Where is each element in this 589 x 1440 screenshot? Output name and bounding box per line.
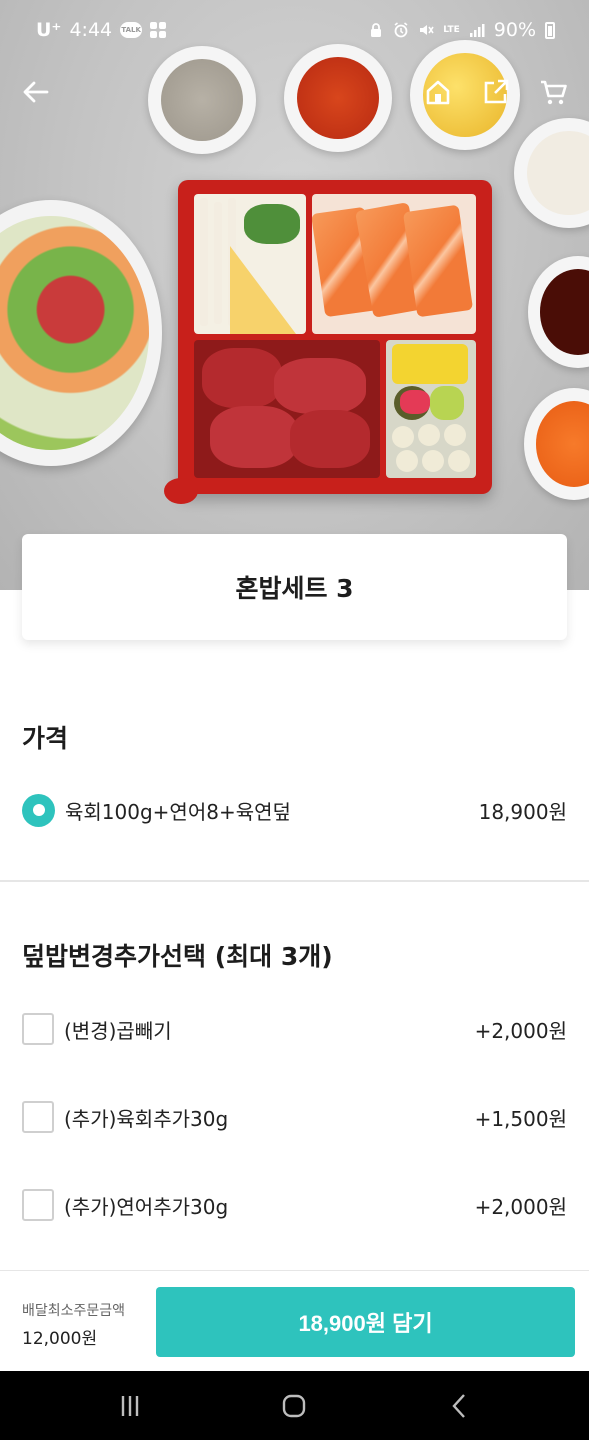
salad-bowl-image [0, 200, 162, 466]
addon-option-row[interactable]: (추가)육회추가30g +1,500원 [22, 1100, 567, 1134]
checkbox[interactable] [22, 1101, 54, 1133]
kakaotalk-icon: TALK [120, 22, 143, 38]
option-price: +2,000원 [474, 1018, 567, 1043]
option-label: (추가)육회추가30g [64, 1106, 229, 1131]
checkbox[interactable] [22, 1013, 54, 1045]
product-photo: U⁺ 4:44 TALK LTE 90% [0, 0, 589, 590]
home-nav-button[interactable] [277, 1389, 311, 1423]
system-nav-bar [0, 1371, 589, 1440]
option-label: (추가)연어추가30g [64, 1194, 229, 1219]
sauce-bowl-image [514, 118, 589, 228]
alarm-icon [393, 22, 409, 38]
min-order-label: 배달최소주문금액 [22, 1303, 126, 1319]
sauce-bowl-image [524, 388, 589, 500]
home-button[interactable] [420, 74, 456, 110]
price-option-row[interactable]: 육회100g+연어8+육연덮 18,900원 [22, 793, 567, 827]
share-icon [484, 79, 509, 104]
network-type: LTE [443, 24, 460, 35]
product-name: 혼밥세트 3 [235, 574, 354, 603]
sauce-bowl-image [528, 256, 589, 368]
lunchbox-tray-image [164, 180, 492, 504]
mute-icon [418, 22, 434, 38]
option-price: +1,500원 [474, 1106, 567, 1131]
radio-selected[interactable] [22, 793, 55, 827]
status-bar: U⁺ 4:44 TALK LTE 90% [0, 0, 589, 64]
price-section-title: 가격 [22, 724, 69, 753]
cart-button[interactable] [536, 74, 572, 110]
option-price: +2,000원 [474, 1194, 567, 1219]
chevron-left-icon [452, 1394, 465, 1418]
carrier-label: U⁺ [36, 19, 62, 41]
lock-icon [368, 22, 384, 38]
back-button[interactable] [18, 74, 54, 110]
bottom-action-bar: 배달최소주문금액 12,000원 18,900원 담기 [0, 1270, 589, 1371]
battery-icon [545, 21, 555, 39]
product-title-card: 혼밥세트 3 [22, 534, 567, 640]
back-nav-button[interactable] [443, 1389, 477, 1423]
add-to-cart-button[interactable]: 18,900원 담기 [156, 1287, 575, 1357]
min-order-value: 12,000원 [22, 1329, 98, 1349]
addon-section-title: 덮밥변경추가선택 (최대 3개) [22, 942, 333, 971]
addon-option-row[interactable]: (추가)연어추가30g +2,000원 [22, 1188, 567, 1222]
clock: 4:44 [69, 19, 113, 41]
option-price: 18,900원 [478, 799, 567, 824]
addon-option-row[interactable]: (변경)곱빼기 +2,000원 [22, 1012, 567, 1046]
cart-icon [541, 80, 567, 105]
arrow-left-icon [23, 81, 49, 103]
home-icon [426, 80, 450, 105]
recent-apps-icon [121, 1396, 139, 1416]
share-button[interactable] [478, 74, 514, 110]
checkbox[interactable] [22, 1189, 54, 1221]
option-label: 육회100g+연어8+육연덮 [65, 799, 291, 824]
signal-icon [469, 22, 485, 38]
section-divider [0, 880, 589, 882]
battery-percent: 90% [493, 19, 536, 41]
app-grid-icon [150, 22, 167, 38]
home-circle-icon [282, 1394, 306, 1418]
recent-apps-button[interactable] [113, 1389, 147, 1423]
option-label: (변경)곱빼기 [64, 1018, 172, 1043]
